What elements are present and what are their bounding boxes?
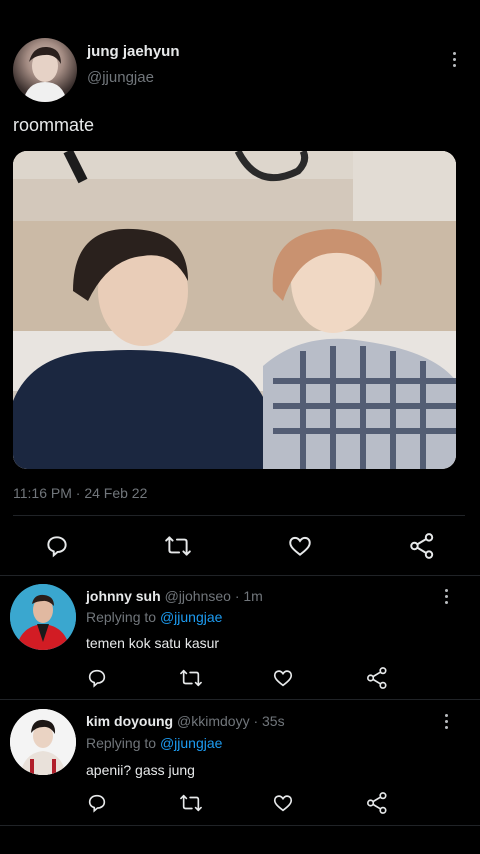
reply-icon[interactable] xyxy=(86,667,108,689)
reply-header: johnny suh @jjohnseo · 1m xyxy=(86,588,263,604)
reply-icon[interactable] xyxy=(86,792,108,814)
author-handle[interactable]: @jjungjae xyxy=(87,69,154,86)
divider xyxy=(0,699,480,700)
reply-time: · 1m xyxy=(234,588,263,604)
tweet-photo[interactable] xyxy=(13,151,456,469)
retweet-icon[interactable] xyxy=(179,667,203,689)
replying-to: Replying to @jjungjae xyxy=(86,735,222,751)
like-icon[interactable] xyxy=(272,667,294,689)
retweet-icon[interactable] xyxy=(164,533,192,559)
retweet-icon[interactable] xyxy=(179,792,203,814)
reply-avatar[interactable] xyxy=(10,584,76,650)
reply-more-options-icon[interactable] xyxy=(437,710,455,732)
replying-to-prefix: Replying to xyxy=(86,735,157,751)
like-icon[interactable] xyxy=(272,792,294,814)
reply-text: temen kok satu kasur xyxy=(86,635,220,651)
replying-to-link[interactable]: @jjungjae xyxy=(160,609,222,625)
tweet-text: roommate xyxy=(13,115,95,135)
reply-author-name[interactable]: johnny suh xyxy=(86,588,161,604)
replying-to-link[interactable]: @jjungjae xyxy=(160,735,222,751)
reply-header: kim doyoung @kkimdoyy · 35s xyxy=(86,713,285,729)
reply-author-handle[interactable]: @jjohnseo xyxy=(165,588,231,604)
divider xyxy=(0,825,480,826)
share-icon[interactable] xyxy=(409,532,435,560)
divider xyxy=(0,575,480,576)
share-icon[interactable] xyxy=(366,791,388,815)
more-options-icon[interactable] xyxy=(445,48,463,70)
author-avatar[interactable] xyxy=(13,38,77,102)
reply-author-handle[interactable]: @kkimdoyy xyxy=(177,713,250,729)
reply-more-options-icon[interactable] xyxy=(437,585,455,607)
reply-text: apenii? gass jung xyxy=(86,762,195,778)
reply-avatar[interactable] xyxy=(10,709,76,775)
replying-to-prefix: Replying to xyxy=(86,609,157,625)
share-icon[interactable] xyxy=(366,666,388,690)
reply-author-name[interactable]: kim doyoung xyxy=(86,713,173,729)
divider xyxy=(13,515,465,516)
reply-time: · 35s xyxy=(253,713,285,729)
like-icon[interactable] xyxy=(287,533,313,559)
reply-icon[interactable] xyxy=(44,533,70,559)
author-name[interactable]: jung jaehyun xyxy=(87,43,180,60)
replying-to: Replying to @jjungjae xyxy=(86,609,222,625)
tweet-timestamp: 11:16 PM · 24 Feb 22 xyxy=(13,485,148,501)
